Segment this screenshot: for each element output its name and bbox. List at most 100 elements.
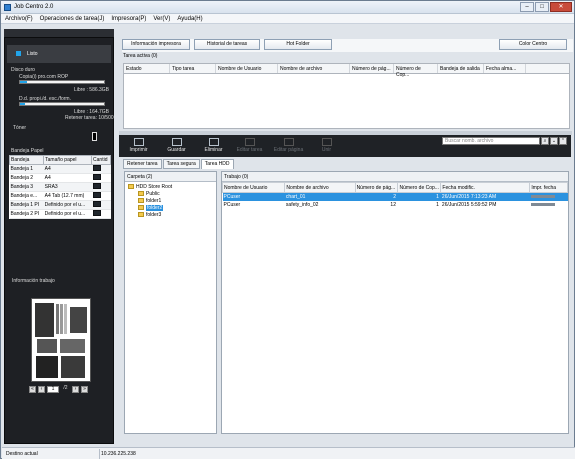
tray-row[interactable]: Bandeja 1 PI Definido por el u... [9, 200, 111, 210]
jobs-col-pages[interactable]: Número de pág... [354, 182, 399, 193]
menu-ver[interactable]: Ver(V) [153, 16, 170, 22]
tray-size: A4 Tab (12.7 mm) [43, 191, 92, 201]
job-history-button[interactable]: Historial de tareas [194, 39, 260, 50]
jobs-col-user[interactable]: Nombre de Usuario [221, 182, 286, 193]
tray-name: Bandeja 3 [9, 182, 44, 192]
retain-count: Retener tarea: 10/500 [65, 115, 114, 121]
folder-icon [128, 184, 134, 190]
tray-col-tray: Bandeja [8, 155, 45, 165]
tray-name: Bandeja e... [9, 191, 44, 201]
hot-folder-button[interactable]: Hot Folder [264, 39, 332, 50]
job-file: chart_01 [284, 192, 356, 201]
save-button[interactable]: Guardar [161, 138, 192, 156]
active-col-output[interactable]: Bandeja de salida [438, 64, 484, 73]
folder-icon [138, 198, 144, 204]
printer-info-button[interactable]: Información impresora [122, 39, 190, 50]
tray-size: Definido por el u... [43, 209, 92, 219]
last-page-button[interactable]: » [81, 386, 88, 393]
maximize-button[interactable]: □ [535, 2, 549, 12]
active-col-user[interactable]: Nombre de Usuario [216, 64, 278, 73]
jobs-col-copies[interactable]: Número de Cop... [397, 182, 442, 193]
job-pages: 2 [355, 192, 398, 201]
tray-size: A4 [43, 164, 92, 174]
tray-row[interactable]: Bandeja 2 A4 [9, 173, 111, 183]
search-icon[interactable]: ⌕ [541, 137, 549, 145]
chevron-down-icon[interactable]: ⌄ [550, 137, 558, 145]
active-col-date[interactable]: Fecha alma... [484, 64, 526, 73]
active-col-file[interactable]: Nombre de archivo [278, 64, 350, 73]
job-preview [31, 298, 91, 382]
printer-status: Listo [7, 45, 111, 63]
page-total: /2 [63, 385, 68, 391]
menu-impresora[interactable]: Impresora(P) [111, 16, 146, 22]
folder-label: folder2 [146, 205, 164, 211]
tree-root[interactable]: HDD Store Root [128, 184, 216, 191]
print-date-bar [530, 194, 555, 198]
prev-page-button[interactable]: ‹ [38, 386, 45, 393]
job-modified: 26/Jun/2015 5:59:52 PM [441, 201, 497, 208]
close-button[interactable]: ✕ [550, 2, 572, 12]
menu-archivo[interactable]: Archivo(F) [5, 16, 33, 22]
trash-icon [208, 138, 219, 146]
menu-operaciones[interactable]: Operaciones de tarea(J) [40, 16, 105, 22]
delete-button[interactable]: Eliminar [198, 138, 229, 156]
status-separator [99, 449, 100, 459]
color-centro-button[interactable]: Color Centro [499, 39, 567, 50]
edit-job-button[interactable]: Editar tarea [234, 138, 265, 156]
tray-name: Bandeja 1 PI [9, 200, 44, 210]
tray-name: Bandeja 2 [9, 173, 44, 183]
menu-bar: Archivo(F) Operaciones de tarea(J) Impre… [1, 14, 574, 24]
merge-label: Unir [321, 147, 332, 153]
edit-label: Editar tarea [236, 147, 263, 153]
tab-secure-job[interactable]: Tarea segura [162, 159, 200, 169]
tree-folder-2[interactable]: folder2 [128, 205, 216, 212]
job-info-title: Información trabajo [12, 278, 55, 284]
edit-page-button[interactable]: Editar página [273, 138, 304, 156]
paper-level-icon [92, 192, 101, 198]
toner-label: Tóner [13, 125, 27, 131]
chevron-up-icon[interactable]: ⌃ [559, 137, 567, 145]
folder-label: Public [146, 191, 160, 197]
save-icon [171, 138, 182, 146]
job-user: PCuser [223, 201, 241, 208]
menu-ayuda[interactable]: Ayuda(H) [177, 16, 202, 22]
tray-row[interactable]: Bandeja 2 PI Definido por el u... [9, 209, 111, 219]
tray-row[interactable]: Bandeja 3 SRA3 [9, 182, 111, 192]
tray-row[interactable]: Bandeja 1 A4 [9, 164, 111, 174]
first-page-button[interactable]: « [29, 386, 36, 393]
next-page-button[interactable]: › [72, 386, 79, 393]
copy-free: Libre : 586.3GB [74, 87, 110, 93]
jobs-col-file[interactable]: Nombre de archivo [284, 182, 356, 193]
tab-retain-job[interactable]: Retener tarea [123, 159, 162, 169]
active-col-copies[interactable]: Número de Cop... [394, 64, 438, 78]
paper-level-icon [92, 165, 101, 171]
tree-folder-public[interactable]: Public [128, 191, 216, 198]
tree-folder-1[interactable]: folder1 [128, 198, 216, 205]
minimize-button[interactable]: – [520, 2, 534, 12]
active-col-pages[interactable]: Número de pág... [350, 64, 394, 73]
folder-icon [138, 191, 144, 197]
active-col-state[interactable]: Estado [124, 64, 170, 73]
jobs-col-modified[interactable]: Fecha modific. [440, 182, 531, 193]
tray-row[interactable]: Bandeja e... A4 Tab (12.7 mm) [9, 191, 111, 201]
tray-title: Bandeja Papel [11, 148, 44, 154]
search-input[interactable]: Buscar nomb. archivo [442, 137, 540, 145]
job-row[interactable]: PCuser safety_info_02 12 1 26/Jun/2015 5… [223, 201, 568, 209]
dprop-disk-fill [20, 103, 26, 105]
tray-name: Bandeja 1 [9, 164, 44, 174]
jobs-col-print-date[interactable]: Impr. fecha [529, 182, 568, 193]
left-panel-header [4, 29, 114, 37]
print-date-bar [530, 202, 555, 206]
destination-ip: 10.236.225.238 [101, 451, 136, 457]
page-number-input[interactable]: 1 [47, 386, 59, 393]
tree-folder-3[interactable]: folder3 [128, 212, 216, 219]
preview-navigation: « ‹ 1 /2 › » [29, 386, 88, 393]
tab-hdd-job[interactable]: Tarea HDD [200, 159, 234, 169]
job-row[interactable]: PCuser chart_01 2 1 26/Jun/2015 7:13:23 … [222, 192, 568, 201]
tree-root-label: HDD Store Root [136, 184, 173, 190]
page-edit-icon [283, 138, 294, 146]
merge-button[interactable]: Unir [311, 138, 342, 156]
print-button[interactable]: Imprimir [123, 138, 154, 156]
active-col-type[interactable]: Tipo tarea [170, 64, 216, 73]
jobs-title: Trabajo (0) [222, 172, 568, 182]
